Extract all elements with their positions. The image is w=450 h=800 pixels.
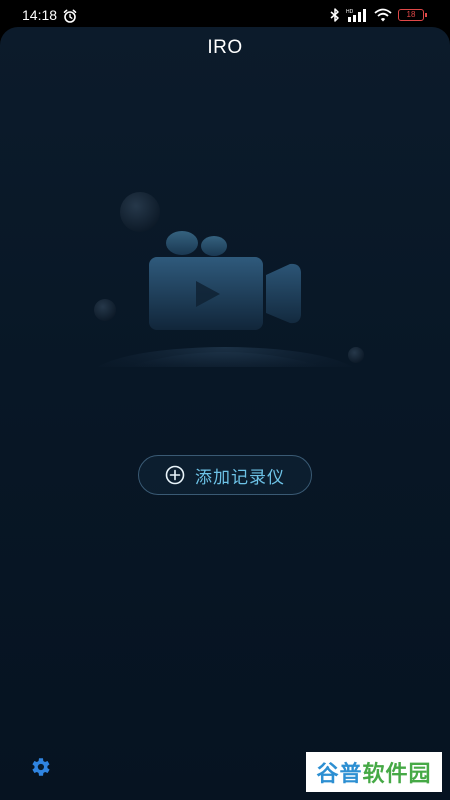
settings-gear-icon[interactable] <box>28 755 52 779</box>
main-panel: IRO 添加记录仪 <box>0 27 450 800</box>
watermark-logo: 谷普软件园 <box>306 752 442 792</box>
wifi-icon <box>374 8 392 22</box>
battery-icon: 18 <box>398 9 427 21</box>
alarm-icon <box>63 9 77 23</box>
page-title: IRO <box>207 37 243 58</box>
status-right-group: HD 18 <box>330 7 427 23</box>
add-recorder-label: 添加记录仪 <box>195 467 285 488</box>
bluetooth-icon <box>330 8 339 22</box>
watermark-text: 谷普软件园 <box>316 762 432 787</box>
video-camera-illustration <box>94 192 364 367</box>
app-screen: 14:18 HD 18 IRO 添加记录仪 谷普软件园 <box>0 0 450 800</box>
status-time: 14:18 <box>22 7 58 23</box>
status-bar: 14:18 HD 18 <box>0 0 450 30</box>
battery-level: 18 <box>406 10 416 19</box>
add-recorder-button[interactable]: 添加记录仪 <box>138 455 312 495</box>
svg-text:HD: HD <box>346 9 354 15</box>
hd-signal-icon: HD <box>346 9 366 22</box>
plus-circle-icon <box>165 465 185 485</box>
